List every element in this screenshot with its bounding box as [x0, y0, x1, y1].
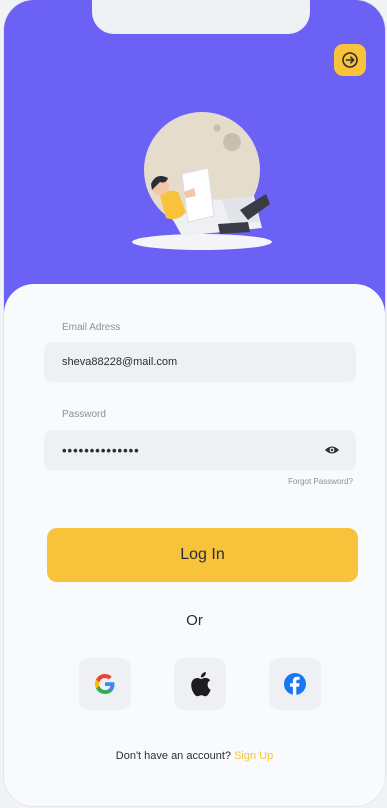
- email-field[interactable]: [44, 342, 356, 382]
- signup-prompt: Don't have an account? Sign Up: [4, 750, 385, 762]
- device-notch: [92, 0, 310, 34]
- reading-person-illustration: [132, 112, 272, 250]
- forgot-password-link[interactable]: Forgot Password?: [288, 477, 353, 486]
- facebook-icon: [284, 673, 306, 695]
- arrow-right-icon: [342, 52, 358, 68]
- apple-icon: [191, 672, 211, 697]
- or-divider: Or: [186, 612, 203, 629]
- show-password-toggle[interactable]: [322, 443, 342, 457]
- apple-login-button[interactable]: [174, 658, 226, 710]
- password-field[interactable]: [44, 430, 356, 470]
- password-label: Password: [62, 409, 106, 420]
- signup-link[interactable]: Sign Up: [234, 750, 273, 762]
- signup-question: Don't have an account?: [115, 750, 232, 762]
- google-login-button[interactable]: [79, 658, 131, 710]
- facebook-login-button[interactable]: [269, 658, 321, 710]
- email-label: Email Adress: [62, 322, 121, 333]
- exit-button[interactable]: [334, 44, 366, 76]
- google-icon: [94, 673, 115, 695]
- eye-icon: [325, 446, 339, 454]
- phone-screen: Email Adress Password Forgot Password? L…: [4, 0, 385, 806]
- login-button[interactable]: Log In: [47, 528, 358, 582]
- hero-banner: [4, 0, 385, 318]
